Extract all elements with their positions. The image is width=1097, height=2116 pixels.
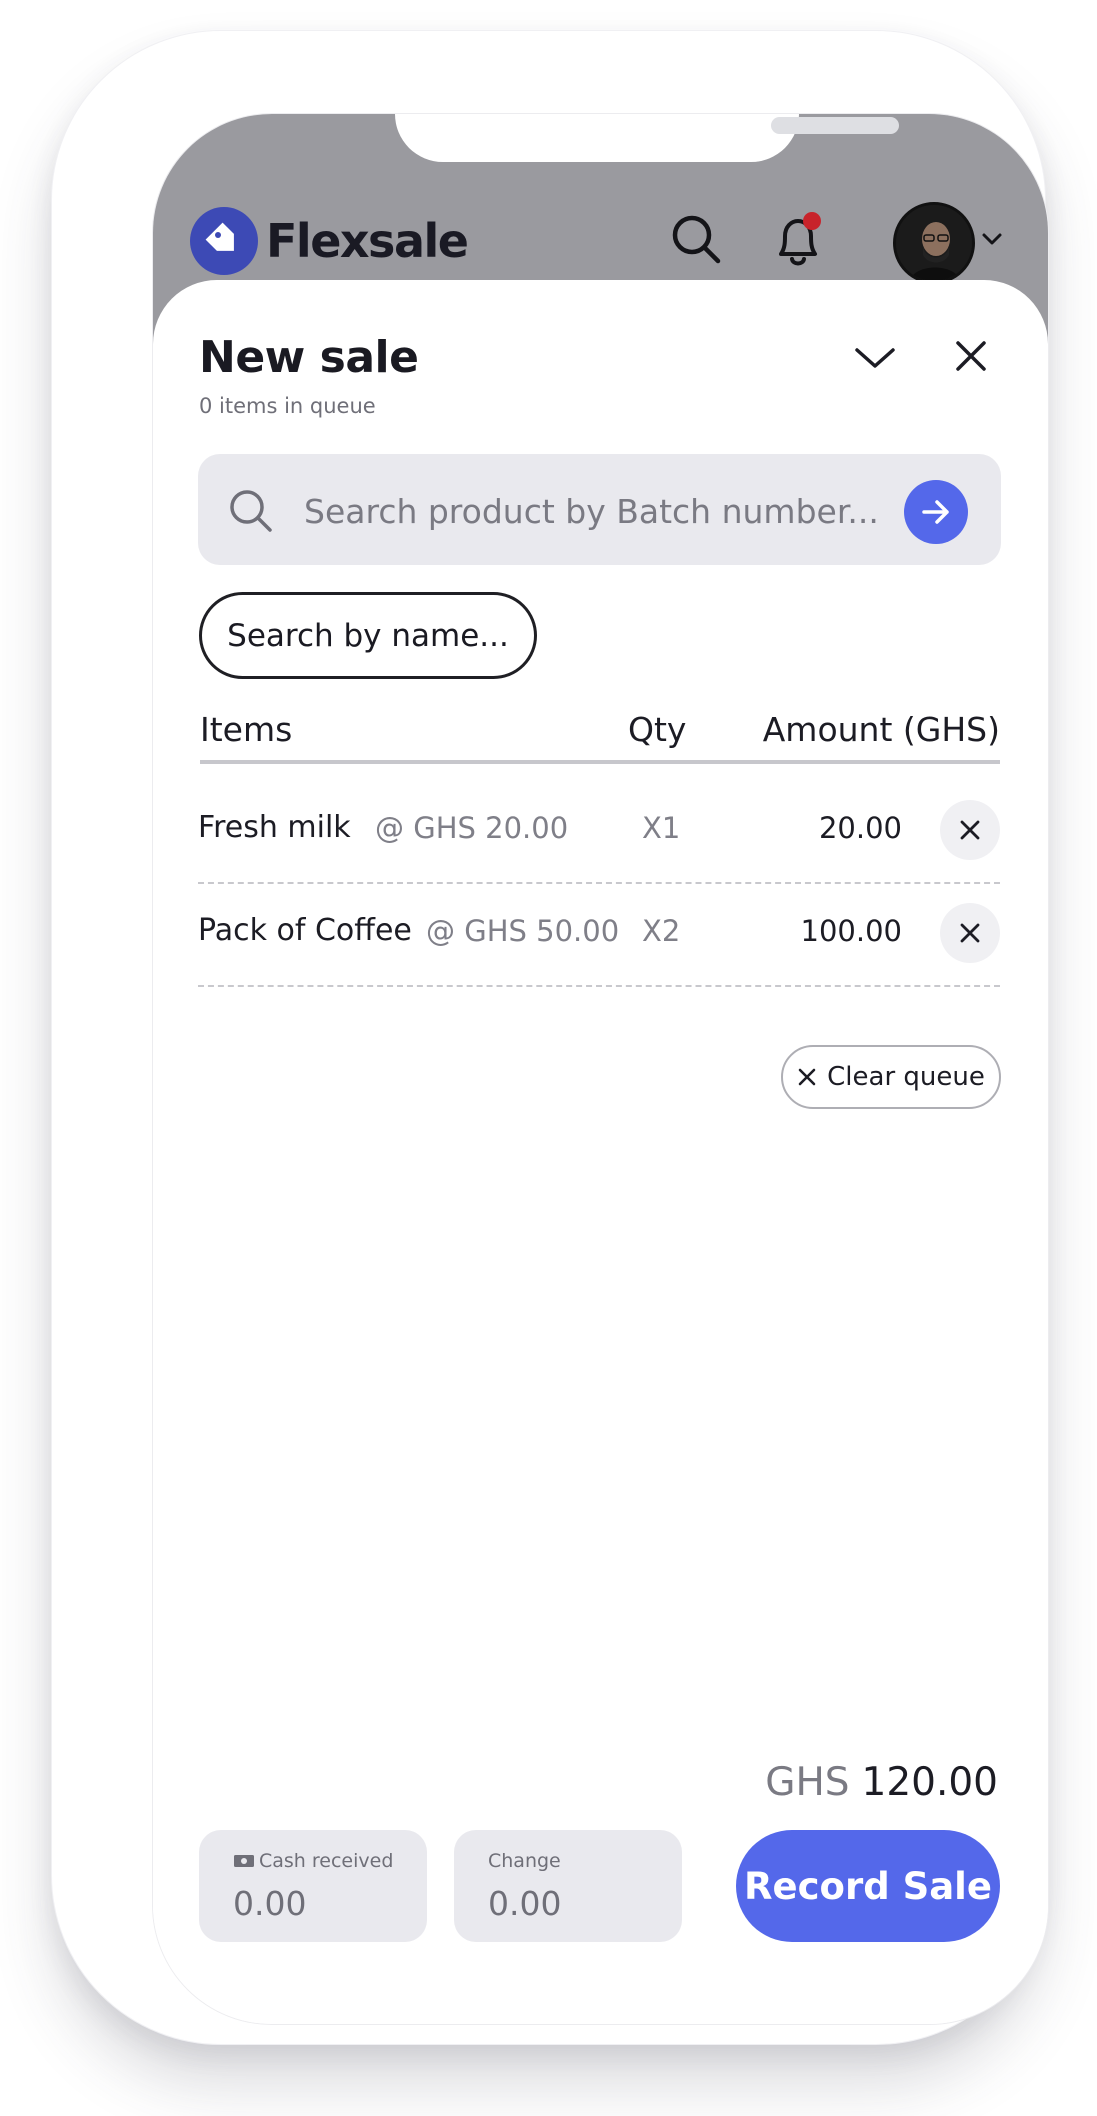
- batch-search-input[interactable]: [302, 482, 896, 540]
- queue-count: 0 items in queue: [199, 394, 376, 418]
- phone-frame: Flexsale New sale 0 items in queue Searc…: [51, 30, 1049, 2045]
- arrow-right-icon: [922, 500, 949, 524]
- remove-item-button[interactable]: [940, 903, 1000, 963]
- sheet-title: New sale: [199, 332, 419, 383]
- notification-dot: [803, 212, 821, 230]
- change-value: 0.00: [488, 1884, 562, 1923]
- change-field: Change 0.00: [454, 1830, 682, 1942]
- clear-queue-button[interactable]: Clear queue: [781, 1045, 1001, 1109]
- item-amount: 100.00: [800, 914, 902, 948]
- item-qty: X1: [642, 811, 681, 845]
- chevron-down-icon[interactable]: [979, 226, 1005, 252]
- total-currency: GHS: [765, 1760, 850, 1805]
- search-icon[interactable]: [669, 212, 723, 266]
- cash-received-label-row: Cash received: [233, 1850, 393, 1872]
- cash-received-value: 0.00: [233, 1884, 307, 1923]
- change-label: Change: [488, 1850, 561, 1872]
- close-icon: [960, 820, 980, 840]
- batch-search-bar: [198, 454, 1001, 565]
- tag-icon: [190, 207, 258, 275]
- item-amount: 20.00: [818, 811, 902, 845]
- remove-item-button[interactable]: [940, 800, 1000, 860]
- close-icon: [960, 923, 980, 943]
- close-button[interactable]: [953, 338, 989, 374]
- cash-received-label: Cash received: [259, 1850, 394, 1872]
- items-table-header: Items Qty Amount (GHS): [200, 710, 1000, 764]
- column-items: Items: [200, 710, 293, 749]
- table-row: Pack of Coffee @ GHS 50.00 X2 100.00: [198, 883, 1000, 987]
- table-row: Fresh milk @ GHS 20.00 X1 20.00: [198, 780, 1000, 884]
- collapse-button[interactable]: [853, 336, 897, 380]
- search-icon: [230, 490, 272, 532]
- record-sale-button[interactable]: Record Sale: [736, 1830, 1000, 1942]
- search-by-name-button[interactable]: Search by name...: [199, 592, 537, 679]
- column-amount: Amount (GHS): [762, 710, 1000, 749]
- close-icon: [798, 1068, 816, 1086]
- speaker-grille: [771, 117, 899, 134]
- app-screen: Flexsale New sale 0 items in queue Searc…: [152, 113, 1049, 2025]
- total-value: 120.00: [861, 1760, 998, 1805]
- column-qty: Qty: [628, 710, 687, 749]
- sale-total: GHS 120.00: [765, 1760, 998, 1805]
- clear-queue-label: Clear queue: [827, 1062, 985, 1092]
- phone-notch: [395, 114, 899, 162]
- item-name: Fresh milk: [198, 810, 351, 845]
- cash-icon: [234, 1855, 254, 1867]
- item-qty: X2: [642, 914, 681, 948]
- brand-logo[interactable]: Flexsale: [190, 206, 469, 276]
- brand-name: Flexsale: [266, 214, 469, 268]
- item-name: Pack of Coffee: [198, 913, 412, 948]
- item-unit-price: @ GHS 50.00: [426, 914, 620, 948]
- new-sale-sheet: New sale 0 items in queue Search product…: [153, 280, 1048, 2024]
- cash-received-field[interactable]: Cash received 0.00: [199, 1830, 427, 1942]
- search-submit-button[interactable]: [904, 480, 968, 544]
- avatar[interactable]: [893, 202, 975, 284]
- item-unit-price: @ GHS 20.00: [375, 811, 569, 845]
